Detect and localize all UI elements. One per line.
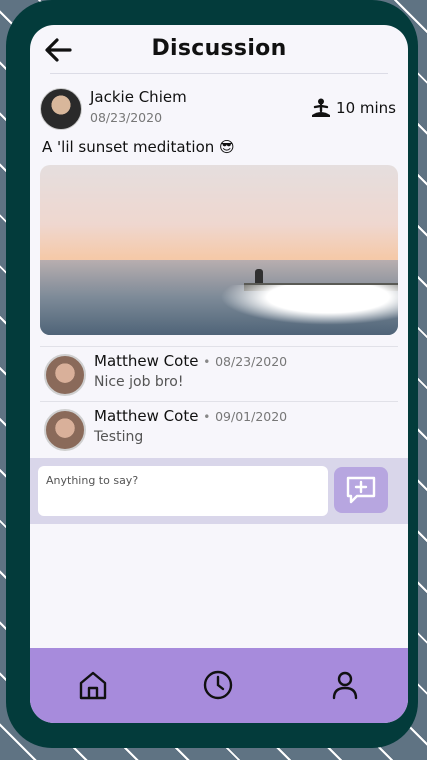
commenter-avatar[interactable] — [44, 409, 86, 451]
commenter-name[interactable]: Matthew Cote — [94, 407, 198, 425]
post-caption: A 'lil sunset meditation 😎 — [42, 138, 235, 156]
comment-text: Nice job bro! — [94, 374, 184, 390]
duration-label: 10 mins — [336, 99, 396, 117]
page-title: Discussion — [151, 36, 287, 61]
comment-separator: • — [203, 355, 211, 369]
comment-date: 09/01/2020 — [215, 409, 288, 424]
comment-text: Testing — [94, 429, 144, 445]
home-icon — [79, 671, 107, 700]
comment-date: 08/23/2020 — [215, 354, 288, 369]
commenter-name[interactable]: Matthew Cote — [94, 352, 198, 370]
commenter-avatar[interactable] — [44, 354, 86, 396]
author-avatar[interactable] — [40, 88, 82, 130]
comment-header: Matthew Cote • 09/01/2020 — [94, 407, 287, 425]
session-duration: 10 mins — [310, 98, 396, 118]
comment-input[interactable] — [38, 466, 328, 516]
nav-profile-button[interactable] — [328, 668, 362, 702]
comment-separator: • — [203, 410, 211, 424]
post-photo[interactable] — [40, 165, 398, 335]
profile-icon — [332, 671, 358, 700]
meditation-icon — [312, 98, 331, 117]
history-clock-icon — [203, 670, 233, 700]
app-screen: Discussion Jackie Chiem 08/23/2020 10 mi… — [30, 25, 408, 723]
nav-history-button[interactable] — [201, 668, 235, 702]
header: Discussion — [30, 25, 408, 77]
comment-item: Matthew Cote • 08/23/2020 Nice job bro! — [30, 346, 408, 401]
photo-person — [255, 269, 263, 283]
add-comment-icon — [346, 476, 376, 504]
photo-wave — [220, 285, 398, 325]
header-divider — [50, 73, 388, 74]
comment-header: Matthew Cote • 08/23/2020 — [94, 352, 287, 370]
nav-home-button[interactable] — [76, 668, 110, 702]
comment-input-bar — [30, 458, 408, 524]
add-comment-button[interactable] — [334, 467, 388, 513]
post-date: 08/23/2020 — [90, 110, 163, 125]
comments-list: Matthew Cote • 08/23/2020 Nice job bro! … — [30, 346, 408, 456]
bottom-nav — [30, 648, 408, 723]
post-author-name[interactable]: Jackie Chiem — [90, 88, 187, 106]
phone-frame: Discussion Jackie Chiem 08/23/2020 10 mi… — [6, 0, 418, 748]
comment-item: Matthew Cote • 09/01/2020 Testing — [30, 401, 408, 456]
